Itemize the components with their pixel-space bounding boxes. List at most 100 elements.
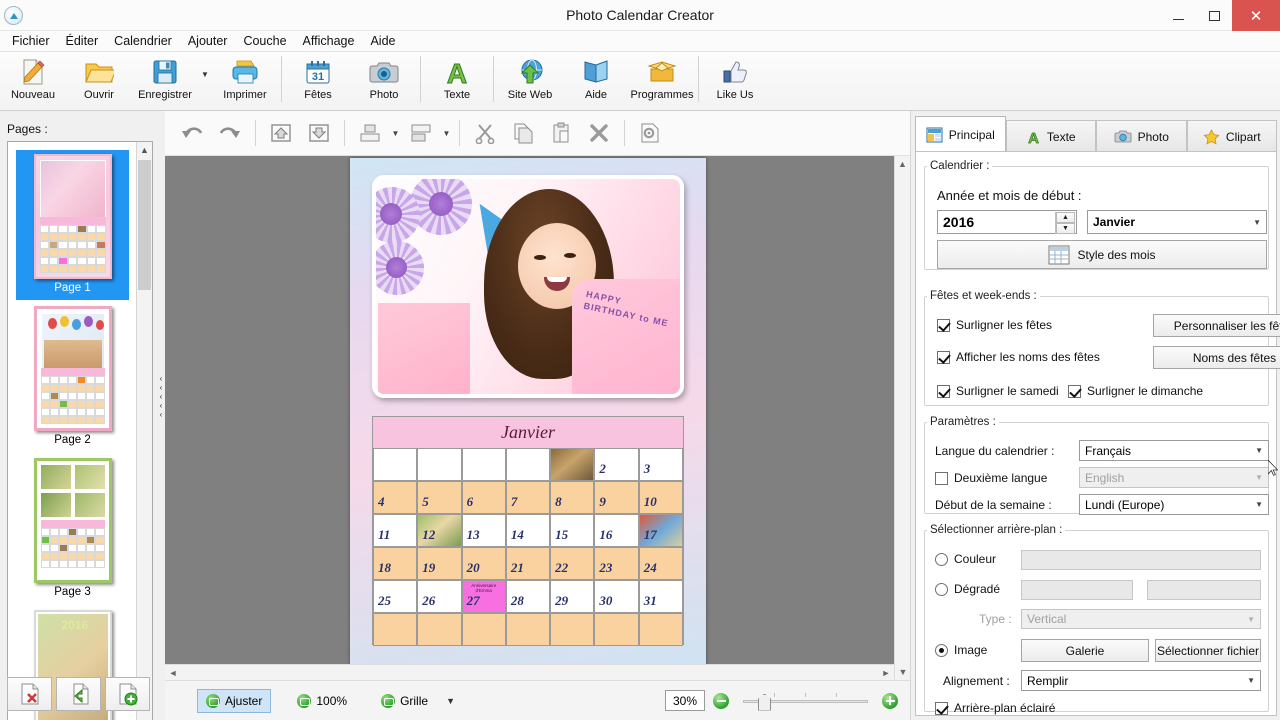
page-thumbnail-1[interactable]: Page 1 (16, 150, 129, 300)
maximize-button[interactable] (1196, 0, 1232, 31)
copy-button[interactable] (504, 116, 542, 150)
second-language-row[interactable]: Deuxième langue (935, 471, 1047, 485)
canvas-scroll-right-arrow[interactable]: ► (878, 665, 894, 681)
highlight-saturday-checkbox[interactable] (937, 384, 950, 398)
zoom-slider-thumb[interactable] (758, 693, 771, 711)
calendar-cell[interactable]: 7 (505, 481, 551, 514)
calendar-cell[interactable] (461, 448, 506, 481)
calendar-cell[interactable] (505, 448, 551, 481)
year-spinner[interactable]: ▲ ▼ (1055, 212, 1075, 234)
zoom-out-button[interactable] (713, 692, 729, 709)
add-page-button[interactable] (105, 677, 150, 711)
tab-texte[interactable]: A Texte (1005, 120, 1096, 152)
calendar-cell-photo[interactable]: 12 (417, 514, 462, 547)
alignment-select[interactable]: Remplir ▼ (1021, 670, 1261, 691)
calendar-cell[interactable]: 11 (373, 514, 418, 547)
calendar-cell[interactable] (417, 613, 462, 646)
minimize-button[interactable] (1160, 0, 1196, 31)
gallery-button[interactable]: Galerie (1021, 639, 1149, 662)
align-bottom-dropdown[interactable]: ▼ (440, 116, 453, 150)
calendar-cell[interactable]: 24 (638, 547, 683, 580)
highlight-sunday-row[interactable]: Surligner le dimanche (1068, 384, 1203, 398)
highlight-saturday-row[interactable]: Surligner le samedi (937, 384, 1059, 398)
calendar-cell[interactable]: 30 (594, 580, 639, 613)
duplicate-page-button[interactable] (56, 677, 101, 711)
toolbar-button-ouvrir[interactable]: Ouvrir (66, 52, 132, 109)
actual-size-button[interactable]: 100% (289, 690, 355, 712)
toolbar-button-like-us[interactable]: Like Us (702, 52, 768, 109)
background-image-row[interactable]: Image (935, 643, 987, 657)
zoom-slider[interactable] (743, 691, 868, 711)
customize-holidays-button[interactable]: Personnaliser les fêtes (1153, 314, 1280, 337)
calendar-page-document[interactable]: HAPPY BIRTHDAY to ME Janvier 2 3 4 5 6 7… (350, 158, 706, 666)
tab-clipart[interactable]: Clipart (1186, 120, 1277, 152)
toolbar-button-imprimer[interactable]: Imprimer (212, 52, 278, 109)
background-color-row[interactable]: Couleur (935, 552, 996, 566)
menu-aide[interactable]: Aide (362, 32, 403, 50)
toolbar-button-enregistrer[interactable]: Enregistrer (132, 52, 198, 109)
highlight-holidays-checkbox[interactable] (937, 318, 950, 332)
close-button[interactable]: ✕ (1232, 0, 1280, 31)
menu-editer[interactable]: Éditer (58, 32, 107, 50)
calendar-cell-photo[interactable] (550, 448, 595, 481)
year-spin-down[interactable]: ▼ (1056, 223, 1075, 234)
calendar-cell[interactable]: 15 (550, 514, 595, 547)
calendar-cell[interactable] (594, 613, 639, 646)
calendar-cell[interactable]: 31 (638, 580, 683, 613)
document-photo[interactable]: HAPPY BIRTHDAY to ME (372, 175, 684, 398)
calendar-cell[interactable]: 19 (417, 547, 462, 580)
lighten-background-row[interactable]: Arrière-plan éclairé (935, 701, 1055, 715)
background-color-swatch[interactable] (1021, 550, 1261, 570)
background-gradient-radio[interactable] (935, 582, 948, 596)
menu-couche[interactable]: Couche (235, 32, 294, 50)
canvas-stage[interactable]: HAPPY BIRTHDAY to ME Janvier 2 3 4 5 6 7… (165, 156, 894, 680)
calendar-grid-widget[interactable]: Janvier 2 3 4 5 6 7 8 9 10 11 12 13 14 1… (372, 416, 684, 646)
canvas-scroll-down-arrow[interactable]: ▼ (895, 664, 911, 680)
calendar-cell[interactable]: 29 (550, 580, 595, 613)
calendar-cell[interactable] (505, 613, 551, 646)
holiday-names-button[interactable]: Noms des fêtes (1153, 346, 1280, 369)
gradient-type-select[interactable]: Vertical ▼ (1021, 609, 1261, 629)
gradient-color-2-swatch[interactable] (1147, 580, 1261, 600)
align-top-dropdown[interactable]: ▼ (389, 116, 402, 150)
toolbar-button-photo[interactable]: Photo (351, 52, 417, 109)
highlight-sunday-checkbox[interactable] (1068, 384, 1081, 398)
show-holiday-names-row[interactable]: Afficher les noms des fêtes (937, 350, 1100, 364)
canvas-scroll-left-arrow[interactable]: ◄ (165, 665, 181, 681)
scroll-up-arrow[interactable]: ▲ (137, 142, 152, 158)
sidebar-splitter[interactable]: ‹ ‹ ‹ ‹ ‹ (157, 111, 165, 681)
zoom-value-field[interactable]: 30% (665, 690, 705, 711)
redo-button[interactable] (211, 116, 249, 150)
highlight-holidays-row[interactable]: Surligner les fêtes (937, 318, 1052, 332)
year-input[interactable]: 2016 ▲ ▼ (937, 210, 1077, 234)
toolbar-button-site-web[interactable]: Site Web (497, 52, 563, 109)
calendar-cell[interactable]: 22 (550, 547, 595, 580)
calendar-cell[interactable]: 5 (417, 481, 462, 514)
scroll-thumb[interactable] (138, 160, 151, 290)
month-style-button[interactable]: Style des mois (937, 240, 1267, 269)
background-gradient-row[interactable]: Dégradé (935, 582, 1000, 596)
calendar-cell[interactable] (417, 448, 462, 481)
menu-ajouter[interactable]: Ajouter (180, 32, 236, 50)
year-spin-up[interactable]: ▲ (1056, 212, 1075, 223)
calendar-cell[interactable]: 28 (505, 580, 551, 613)
calendar-cell[interactable]: 6 (461, 481, 506, 514)
tab-photo[interactable]: Photo (1096, 120, 1187, 152)
page-thumbnail-2[interactable]: Page 2 (16, 302, 129, 452)
undo-button[interactable] (173, 116, 211, 150)
calendar-cell[interactable]: 16 (594, 514, 639, 547)
grid-dropdown-caret[interactable]: ▼ (446, 696, 455, 706)
tab-principal[interactable]: Principal (915, 116, 1006, 152)
pages-scrollbar[interactable]: ▲ ▼ (136, 142, 152, 720)
save-dropdown-caret[interactable]: ▼ (198, 52, 212, 109)
align-bottom-button[interactable] (402, 116, 440, 150)
calendar-cell[interactable]: 20 (461, 547, 506, 580)
canvas-horizontal-scrollbar[interactable]: ◄ ► (165, 664, 894, 680)
fit-view-button[interactable]: Ajuster (197, 688, 272, 713)
calendar-cell[interactable]: 23 (594, 547, 639, 580)
week-start-select[interactable]: Lundi (Europe) ▼ (1079, 494, 1269, 515)
calendar-cell[interactable]: 10 (638, 481, 683, 514)
background-color-radio[interactable] (935, 552, 948, 566)
calendar-cell[interactable] (461, 613, 506, 646)
import-image-button[interactable] (262, 116, 300, 150)
